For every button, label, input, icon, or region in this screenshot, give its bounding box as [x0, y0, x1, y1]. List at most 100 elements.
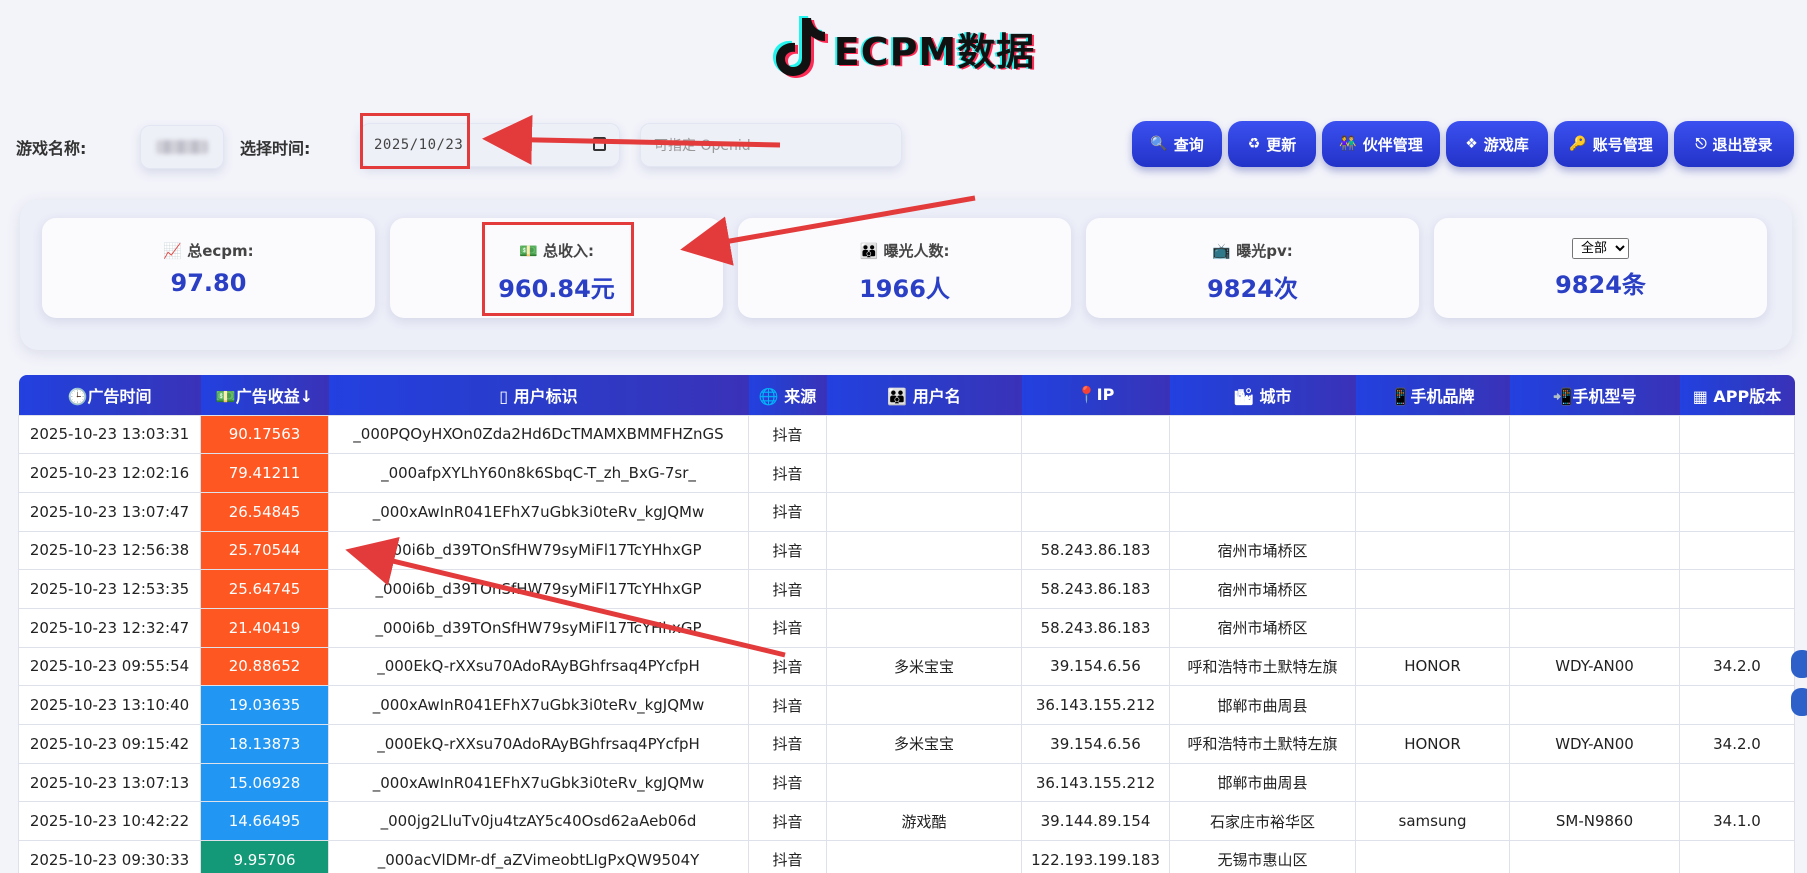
cell-app-version: 34.2.0: [1679, 646, 1795, 687]
stat-label: 总ecpm:: [187, 242, 254, 260]
chart-icon: 📈: [163, 242, 182, 260]
table-row[interactable]: 2025-10-23 10:42:22 14.66495 _000jg2LluTv0…: [18, 801, 1795, 842]
recycle-icon: ♻: [1247, 136, 1261, 152]
cube-icon: ❖: [1465, 136, 1478, 152]
cell-ip: 36.143.155.212: [1021, 762, 1170, 803]
cell-source: 抖音: [748, 762, 827, 803]
col-app-version[interactable]: ▦ APP版本: [1679, 375, 1795, 415]
table-row[interactable]: 2025-10-23 09:30:33 9.95706 _000acVlDMr-df…: [18, 840, 1795, 873]
logout-button[interactable]: ⎋ 退出登录: [1674, 121, 1794, 167]
cell-username: [826, 762, 1022, 803]
table-row[interactable]: 2025-10-23 13:07:47 26.54845 _000xAwInR041…: [18, 491, 1795, 532]
id-icon: ▯: [499, 386, 514, 406]
cell-ip: [1021, 491, 1170, 532]
cell-app-version: [1679, 453, 1795, 493]
money-icon: 💵: [215, 386, 236, 406]
cell-ad-time: 2025-10-23 10:42:22: [18, 801, 201, 842]
cell-phone-model: [1509, 607, 1680, 648]
ad-data-table-wrap: 🕒广告时间 💵广告收益↓ ▯ 用户标识 🌐 来源 👪 用户名 📍IP 🏙 城市 …: [18, 375, 1795, 873]
table-row[interactable]: 2025-10-23 12:32:47 21.40419 _000i6b_d39TO…: [18, 607, 1795, 648]
cell-ad-time: 2025-10-23 13:03:31: [18, 414, 201, 455]
cell-ad-revenue: 25.64745: [200, 569, 329, 609]
partner-manage-button[interactable]: 👫 伙伴管理: [1322, 121, 1440, 167]
stat-total-ecpm: 📈 总ecpm: 97.80: [42, 218, 375, 318]
col-ad-time[interactable]: 🕒广告时间: [18, 375, 201, 415]
magnifier-icon: 🔍: [1150, 136, 1168, 152]
cell-user-id: _000xAwInR041EFhX7uGbk3i0teRv_kgJQMw: [328, 685, 749, 725]
cell-app-version: 34.1.0: [1679, 801, 1795, 842]
cell-phone-model: [1509, 685, 1680, 725]
cell-source: 抖音: [748, 685, 827, 725]
cell-phone-model: [1509, 569, 1680, 609]
ad-data-table: 🕒广告时间 💵广告收益↓ ▯ 用户标识 🌐 来源 👪 用户名 📍IP 🏙 城市 …: [18, 375, 1795, 873]
cell-source: 抖音: [748, 491, 827, 532]
page-title: ECPM数据: [833, 29, 1036, 74]
cell-ad-revenue: 9.95706: [200, 840, 329, 873]
cell-source: 抖音: [748, 607, 827, 648]
table-row[interactable]: 2025-10-23 13:07:13 15.06928 _000xAwInR041…: [18, 762, 1795, 803]
table-row[interactable]: 2025-10-23 13:03:31 90.17563 _000PQOyHXOn0…: [18, 414, 1795, 455]
cell-source: 抖音: [748, 414, 827, 455]
cell-ad-time: 2025-10-23 12:02:16: [18, 453, 201, 493]
col-ip[interactable]: 📍IP: [1021, 375, 1170, 415]
cell-phone-brand: [1355, 530, 1510, 571]
cell-ip: 39.144.89.154: [1021, 801, 1170, 842]
table-row[interactable]: 2025-10-23 12:02:16 79.41211 _000afpXYLhY6…: [18, 453, 1795, 493]
col-ad-revenue[interactable]: 💵广告收益↓: [200, 375, 329, 415]
table-row[interactable]: 2025-10-23 09:55:54 20.88652 _000EkQ-rXXsu…: [18, 646, 1795, 687]
calendar-icon[interactable]: [593, 137, 606, 151]
cell-phone-brand: HONOR: [1355, 724, 1510, 764]
annotation-box-income: [482, 222, 634, 316]
update-button[interactable]: ♻ 更新: [1228, 121, 1316, 167]
cell-app-version: [1679, 607, 1795, 648]
table-row[interactable]: 2025-10-23 13:10:40 19.03635 _000xAwInR041…: [18, 685, 1795, 725]
game-library-button[interactable]: ❖ 游戏库: [1446, 121, 1548, 167]
cell-city: 邯郸市曲周县: [1169, 762, 1356, 803]
account-manage-button[interactable]: 🔑 账号管理: [1554, 121, 1668, 167]
cell-username: [826, 530, 1022, 571]
table-row[interactable]: 2025-10-23 12:53:35 25.64745 _000i6b_d39TO…: [18, 569, 1795, 609]
col-city[interactable]: 🏙 城市: [1169, 375, 1356, 415]
filter-bar: 游戏名称: 选择时间: 2025/10/23 可指定 Openid 🔍 查询 ♻ 更…: [0, 113, 1807, 175]
cell-source: 抖音: [748, 453, 827, 493]
table-row[interactable]: 2025-10-23 12:56:38 25.70544 _000i6b_d39TO…: [18, 530, 1795, 571]
cell-ad-revenue: 21.40419: [200, 607, 329, 648]
filter-select[interactable]: 全部: [1572, 238, 1629, 259]
stat-value: 9824次: [1207, 275, 1298, 303]
key-icon: 🔑: [1569, 136, 1587, 152]
stat-exposure-pv: 📺 曝光pv: 9824次: [1086, 218, 1419, 318]
cell-city: 呼和浩特市土默特左旗: [1169, 646, 1356, 687]
cell-source: 抖音: [748, 724, 827, 764]
cell-city: 呼和浩特市土默特左旗: [1169, 724, 1356, 764]
cell-user-id: _000PQOyHXOn0Zda2Hd6DcTMAMXBMMFHZnGS: [328, 414, 749, 455]
col-phone-brand[interactable]: 📱手机品牌: [1355, 375, 1510, 415]
game-name-label: 游戏名称:: [16, 139, 87, 158]
col-user-id[interactable]: ▯ 用户标识: [328, 375, 749, 415]
cell-username: 多米宝宝: [826, 646, 1022, 687]
cell-username: [826, 453, 1022, 493]
cell-ad-revenue: 18.13873: [200, 724, 329, 764]
table-row[interactable]: 2025-10-23 09:15:42 18.13873 _000EkQ-rXXsu…: [18, 724, 1795, 764]
cell-app-version: [1679, 569, 1795, 609]
col-username[interactable]: 👪 用户名: [826, 375, 1022, 415]
people-icon: 👫: [1339, 136, 1357, 152]
cell-city: 宿州市埇桥区: [1169, 607, 1356, 648]
query-button[interactable]: 🔍 查询: [1132, 121, 1222, 167]
cell-phone-model: [1509, 530, 1680, 571]
stat-exposure-users: 👪 曝光人数: 1966人: [738, 218, 1071, 318]
cell-city: [1169, 453, 1356, 493]
side-float-button[interactable]: [1791, 688, 1807, 716]
cell-ad-time: 2025-10-23 12:56:38: [18, 530, 201, 571]
cell-username: [826, 685, 1022, 725]
col-source[interactable]: 🌐 来源: [748, 375, 827, 415]
side-float-button[interactable]: [1791, 650, 1807, 678]
cell-phone-brand: [1355, 840, 1510, 873]
game-select[interactable]: [140, 125, 224, 169]
col-phone-model[interactable]: 📲手机型号: [1509, 375, 1680, 415]
cell-source: 抖音: [748, 801, 827, 842]
openid-input[interactable]: 可指定 Openid: [640, 123, 902, 167]
cell-app-version: [1679, 414, 1795, 455]
phone-icon: 📲: [1552, 386, 1573, 406]
cell-city: 石家庄市裕华区: [1169, 801, 1356, 842]
cell-ad-time: 2025-10-23 09:15:42: [18, 724, 201, 764]
